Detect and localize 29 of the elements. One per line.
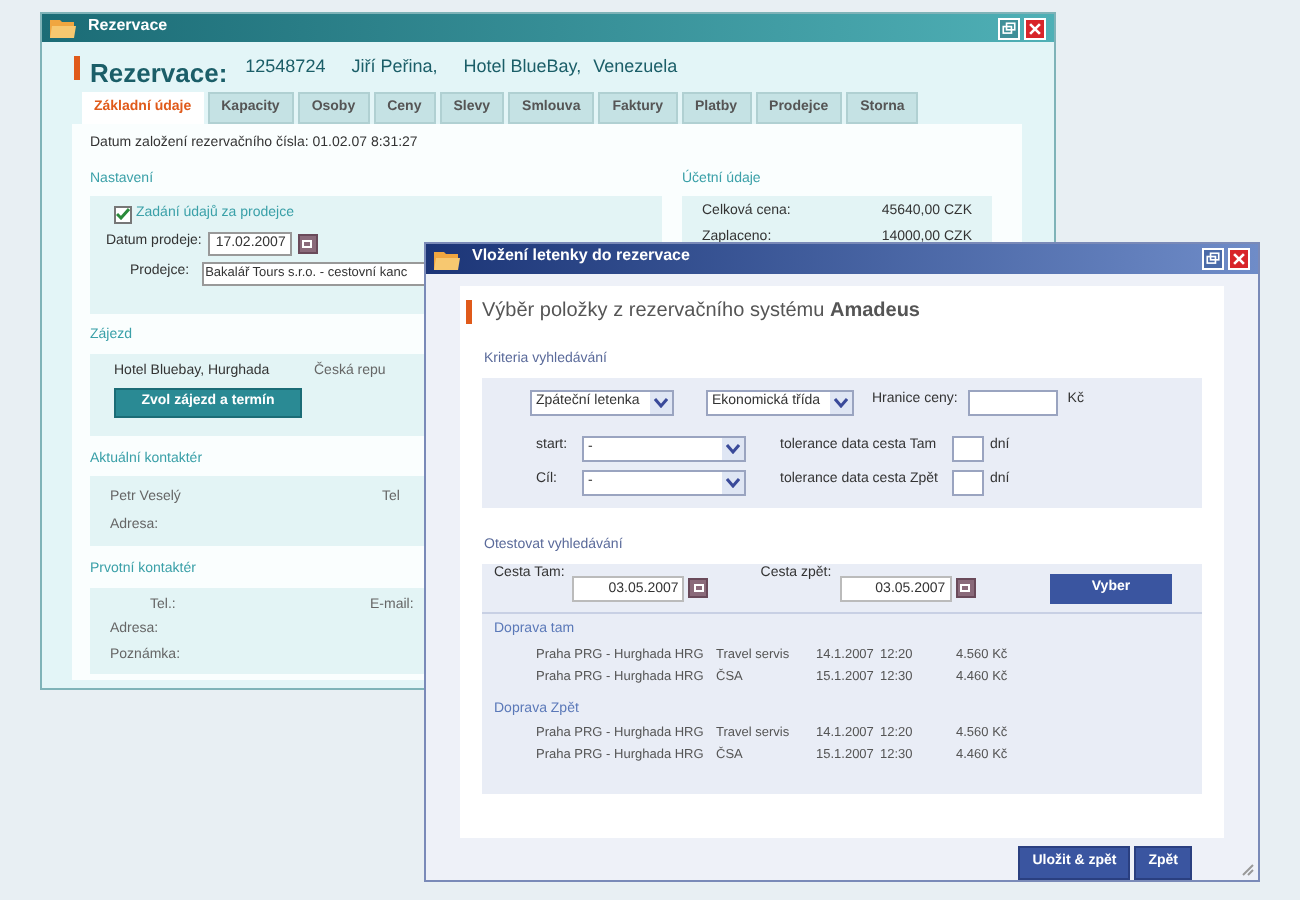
calendar-icon[interactable]: [955, 578, 976, 598]
restore-button[interactable]: [1202, 248, 1224, 270]
chevron-down-icon: [654, 397, 668, 407]
chevron-down-icon: [726, 477, 740, 487]
hotel-name: Hotel BlueBay,: [463, 54, 582, 80]
tolerance-field[interactable]: [952, 435, 984, 461]
chevron-down-icon: [834, 397, 848, 407]
chevron-down-icon: [726, 443, 740, 453]
check-icon: [116, 208, 130, 221]
accent-bar: [74, 56, 80, 80]
window-title: Rezervace: [88, 14, 168, 38]
close-button[interactable]: [1228, 248, 1250, 270]
tolerance-field[interactable]: [952, 469, 984, 495]
client-name: Jiří Peřina,: [351, 54, 438, 80]
dialog-heading: Výběr položky z rezervačního systému Amadeus: [482, 298, 920, 326]
folder-icon: [50, 18, 76, 38]
resize-grip-icon[interactable]: [1242, 864, 1254, 876]
country: Venezuela: [593, 54, 678, 80]
restore-button[interactable]: [998, 17, 1020, 39]
accent-bar: [466, 299, 472, 323]
close-button[interactable]: [1024, 17, 1046, 39]
reservation-number: 12548724: [245, 54, 326, 80]
calendar-icon[interactable]: [688, 578, 709, 598]
heading: Rezervace:: [90, 56, 228, 92]
window-title: Vložení letenky do rezervace: [472, 244, 690, 268]
calendar-icon[interactable]: [297, 233, 318, 253]
folder-icon: [434, 249, 460, 269]
checkbox[interactable]: [114, 205, 132, 224]
price-field[interactable]: [967, 389, 1058, 415]
